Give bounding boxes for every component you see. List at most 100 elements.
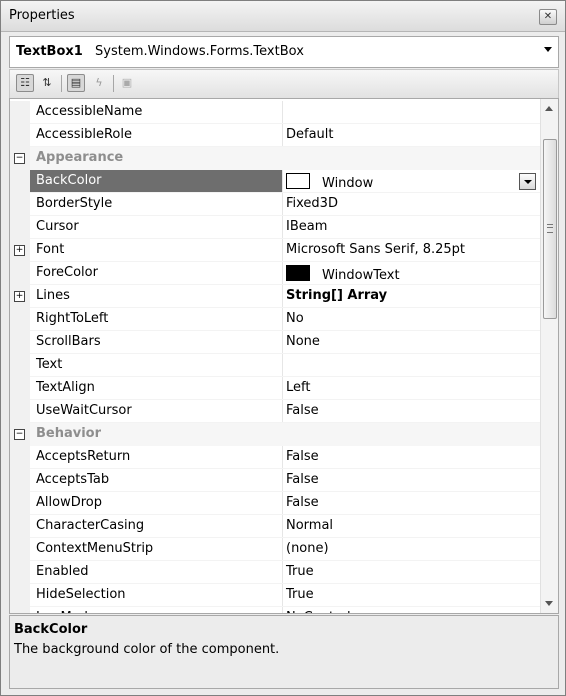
property-row[interactable]: ForeColor WindowText: [10, 262, 540, 285]
property-value[interactable]: False: [286, 449, 319, 464]
property-value[interactable]: String[] Array: [286, 288, 387, 303]
property-row[interactable]: Cursor IBeam: [10, 216, 540, 239]
property-value[interactable]: Fixed3D: [286, 196, 338, 211]
column-divider[interactable]: [282, 446, 283, 469]
scroll-down-icon[interactable]: [545, 601, 553, 606]
property-row[interactable]: TextAlign Left: [10, 377, 540, 400]
property-value[interactable]: False: [286, 495, 319, 510]
property-value[interactable]: (none): [286, 541, 329, 556]
property-row[interactable]: UseWaitCursor False: [10, 400, 540, 423]
property-value[interactable]: True: [286, 587, 314, 602]
column-divider[interactable]: [282, 239, 283, 262]
property-name: Text: [36, 357, 63, 372]
expand-icon[interactable]: +: [14, 291, 25, 302]
category-row[interactable]: − Behavior: [10, 423, 540, 446]
property-row[interactable]: AcceptsTab False: [10, 469, 540, 492]
scroll-up-icon[interactable]: [545, 106, 553, 111]
property-pages-button[interactable]: ▣: [118, 74, 136, 92]
property-name: AllowDrop: [36, 495, 102, 510]
column-divider[interactable]: [282, 377, 283, 400]
object-type: System.Windows.Forms.TextBox: [95, 44, 304, 59]
property-row[interactable]: + Font Microsoft Sans Serif, 8.25pt: [10, 239, 540, 262]
close-button[interactable]: ✕: [539, 9, 557, 25]
title-bar[interactable]: Properties ✕: [1, 1, 565, 32]
property-row[interactable]: + Lines String[] Array: [10, 285, 540, 308]
property-value[interactable]: Default: [286, 127, 334, 142]
property-row[interactable]: AcceptsReturn False: [10, 446, 540, 469]
row-margin: [10, 377, 30, 400]
column-divider[interactable]: [282, 607, 283, 613]
column-divider[interactable]: [282, 170, 283, 193]
column-divider[interactable]: [282, 308, 283, 331]
row-margin: [10, 492, 30, 515]
value-dropdown-button[interactable]: [519, 173, 536, 190]
property-row[interactable]: AllowDrop False: [10, 492, 540, 515]
column-divider[interactable]: [282, 515, 283, 538]
property-row[interactable]: RightToLeft No: [10, 308, 540, 331]
events-button[interactable]: ϟ: [90, 74, 108, 92]
column-divider[interactable]: [282, 216, 283, 239]
property-value[interactable]: Normal: [286, 518, 333, 533]
property-name: BackColor: [36, 173, 102, 188]
column-divider[interactable]: [282, 354, 283, 377]
property-value-text: False: [286, 495, 319, 510]
property-value-text: None: [286, 334, 320, 349]
column-divider[interactable]: [282, 262, 283, 285]
property-row[interactable]: AccessibleName: [10, 101, 540, 124]
column-divider[interactable]: [282, 101, 283, 124]
property-value[interactable]: NoControl: [286, 610, 351, 613]
category-row[interactable]: − Appearance: [10, 147, 540, 170]
property-row[interactable]: HideSelection True: [10, 584, 540, 607]
column-divider[interactable]: [282, 561, 283, 584]
vertical-scrollbar[interactable]: [540, 99, 558, 613]
property-name: Enabled: [36, 564, 89, 579]
categorized-button[interactable]: ☷: [16, 74, 34, 92]
row-margin: [10, 170, 30, 193]
property-value[interactable]: IBeam: [286, 219, 327, 234]
property-row[interactable]: BackColor Window: [10, 170, 540, 193]
property-value[interactable]: Window: [286, 173, 373, 191]
property-value[interactable]: True: [286, 564, 314, 579]
property-value[interactable]: Microsoft Sans Serif, 8.25pt: [286, 242, 465, 257]
collapse-icon[interactable]: −: [14, 429, 25, 440]
property-value[interactable]: WindowText: [286, 265, 400, 283]
column-divider[interactable]: [282, 193, 283, 216]
column-divider[interactable]: [282, 538, 283, 561]
property-row[interactable]: CharacterCasing Normal: [10, 515, 540, 538]
column-divider[interactable]: [282, 124, 283, 147]
object-selector-dropdown[interactable]: TextBox1 System.Windows.Forms.TextBox: [9, 36, 559, 68]
row-margin: [10, 101, 30, 124]
property-value-text: WindowText: [322, 268, 400, 283]
property-row[interactable]: Enabled True: [10, 561, 540, 584]
column-divider[interactable]: [282, 584, 283, 607]
property-row[interactable]: BorderStyle Fixed3D: [10, 193, 540, 216]
alphabetical-button[interactable]: ⇅: [38, 74, 56, 92]
row-margin: [10, 584, 30, 607]
collapse-icon[interactable]: −: [14, 153, 25, 164]
column-divider[interactable]: [282, 331, 283, 354]
property-value[interactable]: False: [286, 403, 319, 418]
expand-icon[interactable]: +: [14, 245, 25, 256]
row-margin: [10, 561, 30, 584]
row-margin: [10, 331, 30, 354]
column-divider[interactable]: [282, 492, 283, 515]
property-row[interactable]: ImeMode NoControl: [10, 607, 540, 613]
property-row[interactable]: ScrollBars None: [10, 331, 540, 354]
property-value[interactable]: False: [286, 472, 319, 487]
property-row[interactable]: Text: [10, 354, 540, 377]
column-divider[interactable]: [282, 469, 283, 492]
column-divider[interactable]: [282, 285, 283, 308]
property-value[interactable]: Left: [286, 380, 310, 395]
properties-button[interactable]: ▤: [67, 74, 85, 92]
property-row[interactable]: ContextMenuStrip (none): [10, 538, 540, 561]
property-value[interactable]: None: [286, 334, 320, 349]
property-value-text: (none): [286, 541, 329, 556]
property-row[interactable]: AccessibleRole Default: [10, 124, 540, 147]
property-value-text: NoControl: [286, 610, 351, 613]
property-value[interactable]: No: [286, 311, 304, 326]
property-value-text: False: [286, 403, 319, 418]
property-value-text: Left: [286, 380, 311, 395]
scrollbar-thumb[interactable]: [543, 139, 557, 319]
properties-icon: ▤: [70, 76, 82, 89]
column-divider[interactable]: [282, 400, 283, 423]
